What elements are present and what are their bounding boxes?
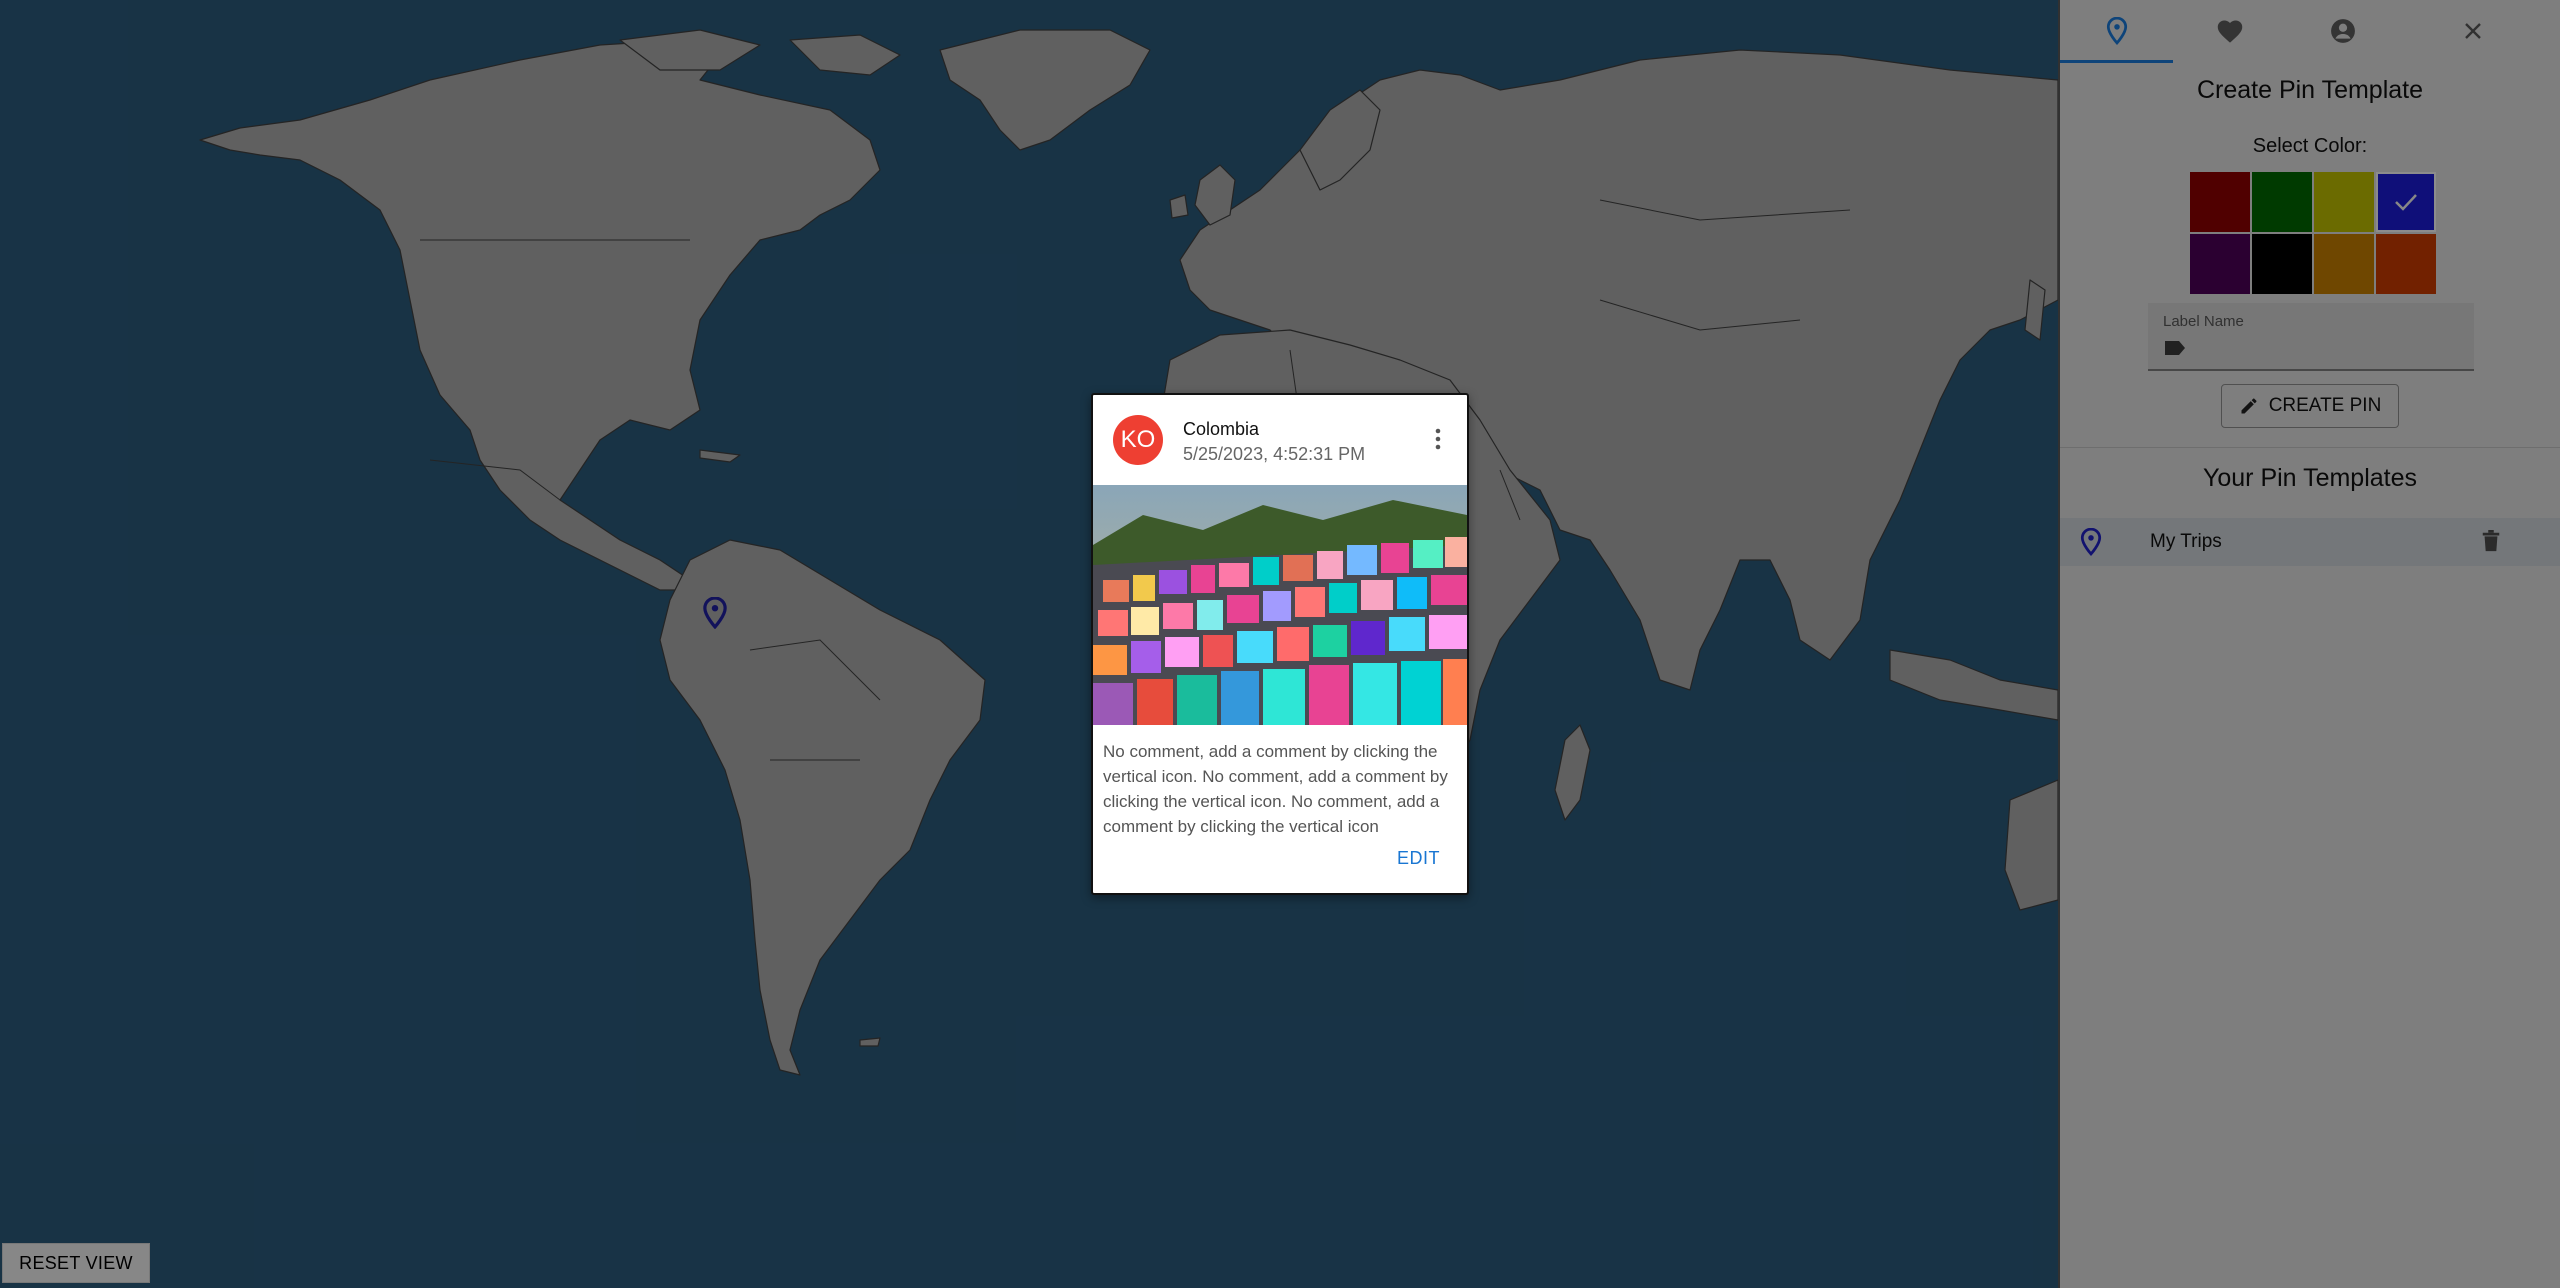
more-vert-button[interactable] — [1423, 421, 1453, 457]
color-swatch[interactable] — [2190, 234, 2250, 294]
world-map[interactable]: RESET VIEW — [0, 0, 2058, 1288]
heart-icon — [2217, 20, 2242, 43]
label-name-field[interactable]: Label Name — [2148, 303, 2474, 371]
template-item[interactable]: My Trips — [2060, 518, 2560, 566]
pencil-icon — [2241, 398, 2257, 414]
edit-button[interactable]: EDIT — [1397, 848, 1440, 869]
color-swatch-selected[interactable] — [2376, 172, 2436, 232]
close-button[interactable] — [2458, 16, 2488, 46]
delete-icon[interactable] — [2480, 528, 2502, 559]
create-template-title: Create Pin Template — [2196, 76, 2424, 104]
color-swatch[interactable] — [2376, 234, 2436, 294]
close-icon — [2465, 23, 2481, 39]
color-swatches — [2190, 172, 2436, 294]
color-swatch[interactable] — [2252, 172, 2312, 232]
color-swatch[interactable] — [2252, 234, 2312, 294]
map-borders — [420, 199, 1851, 761]
panel-tabs — [2060, 0, 2560, 64]
map-pin-icon[interactable] — [702, 596, 728, 630]
create-pin-label: CREATE PIN — [2268, 395, 2382, 416]
color-swatch[interactable] — [2190, 172, 2250, 232]
card-title: Colombia — [1183, 419, 1260, 439]
template-pin-icon — [2080, 527, 2102, 561]
reset-view-button[interactable]: RESET VIEW — [2, 1243, 150, 1283]
color-swatch[interactable] — [2314, 172, 2374, 232]
card-date: 5/25/2023, 4:52:31 PM — [1183, 444, 1366, 464]
select-color-label: Select Color: — [2252, 135, 2368, 157]
color-swatch[interactable] — [2314, 234, 2374, 294]
label-name-input[interactable] — [2196, 335, 2460, 363]
panel-divider — [2060, 447, 2560, 448]
pin-card: KO Colombia 5/25/2023, 4:52:31 PM No com… — [1091, 393, 1469, 895]
avatar: KO — [1113, 415, 1163, 465]
tab-account[interactable] — [2286, 0, 2399, 62]
card-photo — [1093, 485, 1467, 725]
pin-icon — [2106, 17, 2127, 45]
side-panel: Create Pin Template Select Color: Label … — [2058, 0, 2560, 1288]
check-icon — [2395, 194, 2417, 211]
tab-indicator — [2060, 60, 2173, 63]
tab-favorites[interactable] — [2173, 0, 2286, 62]
tab-pins[interactable] — [2060, 0, 2173, 62]
more-vert-icon — [1435, 428, 1441, 450]
label-name-label: Label Name — [2163, 313, 2244, 330]
create-pin-button[interactable]: CREATE PIN — [2221, 384, 2399, 428]
templates-title: Your Pin Templates — [2202, 464, 2418, 492]
card-comment: No comment, add a comment by clicking th… — [1103, 742, 1448, 836]
account-icon — [2330, 19, 2355, 43]
template-name: My Trips — [2150, 531, 2222, 552]
label-tag-icon — [2163, 339, 2187, 362]
